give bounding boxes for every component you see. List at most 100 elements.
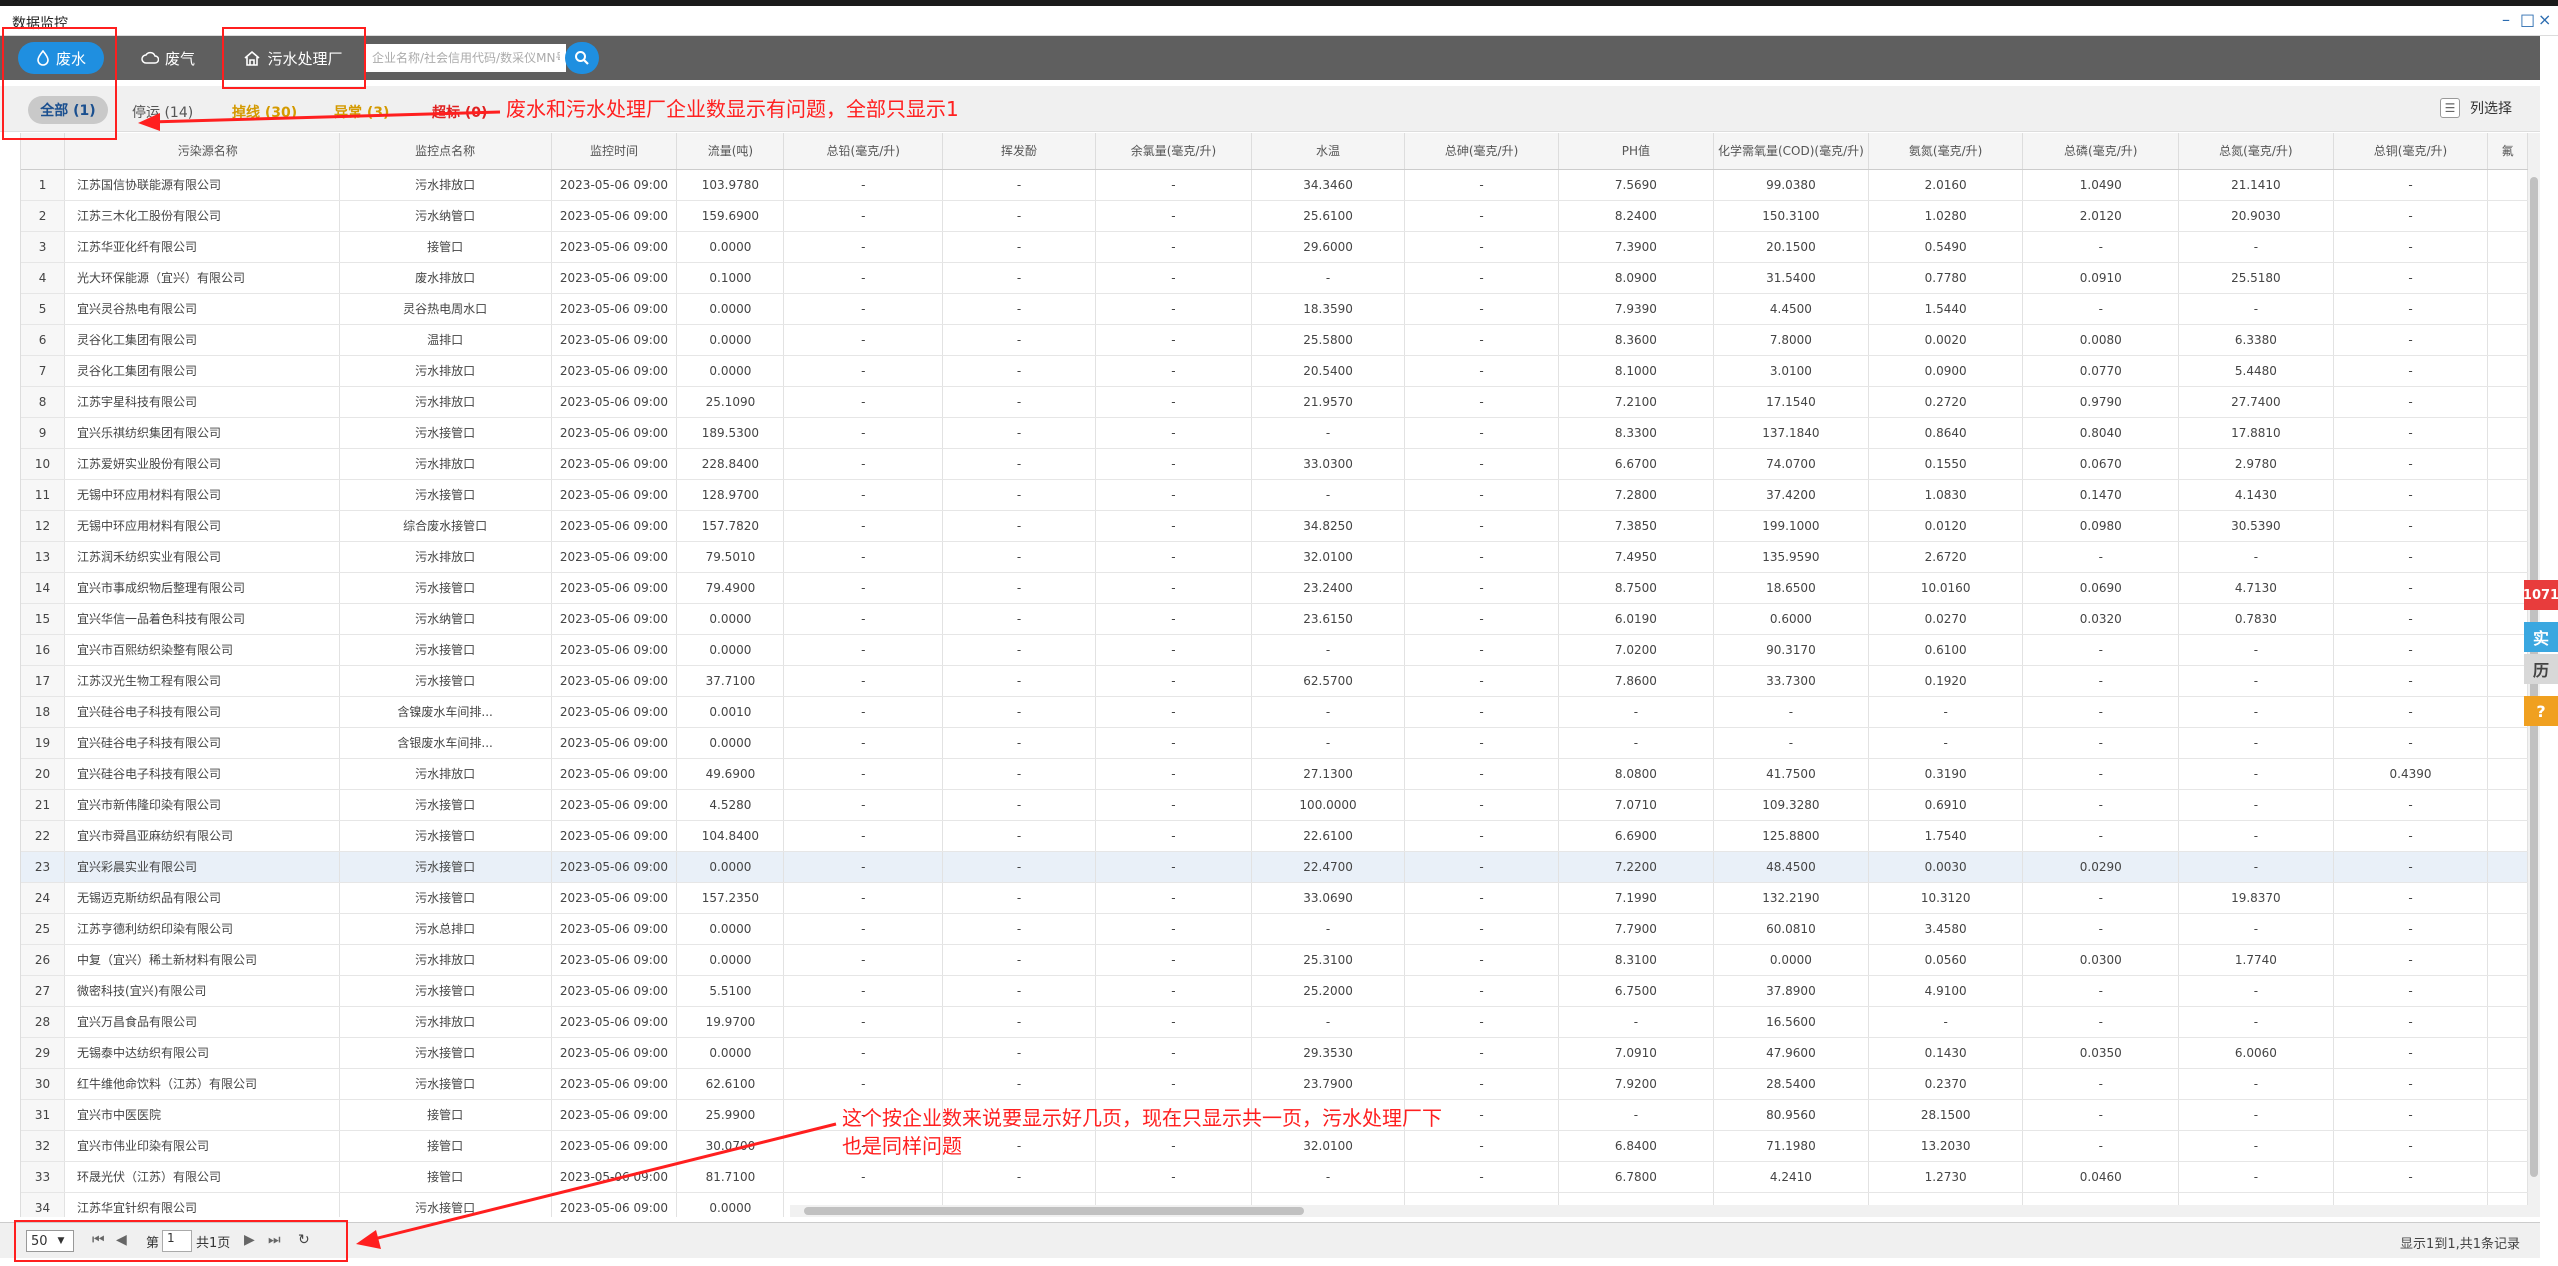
table-cell: 2023-05-06 09:00 [551,975,678,1007]
table-row[interactable]: 33 环晟光伏（江苏）有限公司 接管口 2023-05-06 09:00 81.7100… [21,1161,2528,1193]
column-header[interactable]: 总磷(毫克/升) [2022,133,2180,170]
table-cell-overflow [2487,789,2528,821]
help-icon[interactable]: ? [2524,696,2558,726]
table-cell: - [1404,913,1559,945]
table-cell: - [2333,975,2489,1007]
close-icon[interactable]: × [2538,10,2551,29]
source-name-cell: 宜兴万昌食品有限公司 [64,1006,340,1038]
table-cell: 2023-05-06 09:00 [551,169,678,201]
horizontal-scrollbar[interactable] [790,1205,2528,1217]
table-cell-overflow [2487,1099,2528,1131]
table-cell: 25.5180 [2178,262,2334,294]
row-index: 15 [21,603,66,635]
table-cell: - [783,231,944,263]
column-header[interactable]: PH值 [1558,133,1714,170]
column-header[interactable]: 氟 [2487,133,2528,170]
table-row[interactable]: 12 无锡中环应用材料有限公司 综合废水接管口 2023-05-06 09:00 157… [21,510,2528,542]
column-header[interactable]: 氨氮(毫克/升) [1868,133,2024,170]
table-cell: 2023-05-06 09:00 [551,262,678,294]
table-cell: 81.7100 [676,1161,785,1193]
table-cell-overflow [2487,231,2528,263]
table-cell: 7.9200 [1558,1068,1714,1100]
table-row[interactable]: 13 江苏润禾纺织实业有限公司 污水排放口 2023-05-06 09:00 79.50… [21,541,2528,573]
table-row[interactable]: 9 宜兴乐祺纺织集团有限公司 污水接管口 2023-05-06 09:00 189.53… [21,417,2528,449]
table-row[interactable]: 21 宜兴市新伟隆印染有限公司 污水接管口 2023-05-06 09:00 4.528… [21,789,2528,821]
table-cell: 79.5010 [676,541,785,573]
source-name-cell: 中复（宜兴）稀土新材料有限公司 [64,944,340,976]
table-cell: - [1095,913,1252,945]
table-row[interactable]: 19 宜兴硅谷电子科技有限公司 含银废水车间排... 2023-05-06 09:00… [21,727,2528,759]
column-header[interactable]: 总氮(毫克/升) [2178,133,2334,170]
column-header[interactable]: 监控点名称 [339,133,552,170]
column-header[interactable]: 水温 [1251,133,1406,170]
table-row[interactable]: 4 光大环保能源（宜兴）有限公司 废水排放口 2023-05-06 09:00 0.10… [21,262,2528,294]
table-row[interactable]: 32 宜兴市伟业印染有限公司 接管口 2023-05-06 09:00 30.0700 -… [21,1130,2528,1162]
filter-abnormal[interactable]: 异常 (3) [334,102,389,122]
column-header[interactable]: 挥发酚 [942,133,1097,170]
table-cell: - [2333,169,2489,201]
search-button[interactable] [565,42,599,74]
table-cell: 157.7820 [676,510,785,542]
table-row[interactable]: 6 灵谷化工集团有限公司 温排口 2023-05-06 09:00 0.0000- - -2… [21,324,2528,356]
table-row[interactable]: 26 中复（宜兴）稀土新材料有限公司 污水排放口 2023-05-06 09:00 0.… [21,944,2528,976]
side-tab-history[interactable]: 历 [2524,654,2558,684]
column-select-button[interactable]: ☰ 列选择 [2440,98,2512,118]
horizontal-scroll-thumb[interactable] [804,1207,1304,1215]
column-header[interactable]: 总铜(毫克/升) [2333,133,2489,170]
table-row[interactable]: 25 江苏亨德利纺织印染有限公司 污水总排口 2023-05-06 09:00 0.00… [21,913,2528,945]
table-row[interactable]: 23 宜兴彩晨实业有限公司 污水接管口 2023-05-06 09:00 0.0000-… [21,851,2528,883]
column-header[interactable]: 总铅(毫克/升) [783,133,944,170]
column-header[interactable]: 余氯量(毫克/升) [1095,133,1252,170]
table-row[interactable]: 2 江苏三木化工股份有限公司 污水纳管口 2023-05-06 09:00 159.69… [21,200,2528,232]
table-row[interactable]: 3 江苏华亚化纤有限公司 接管口 2023-05-06 09:00 0.0000- - -2… [21,231,2528,263]
table-cell: - [783,200,944,232]
table-cell: 污水接管口 [339,479,552,511]
column-header[interactable]: 监控时间 [551,133,678,170]
table-cell: 污水排放口 [339,541,552,573]
main-toolbar: 废水 废气 污水处理厂 [0,36,2540,80]
restore-icon[interactable]: □ [2520,10,2535,29]
alert-count-badge[interactable]: 1071 [2523,580,2558,610]
table-cell: - [2333,417,2489,449]
table-row[interactable]: 18 宜兴硅谷电子科技有限公司 含镍废水车间排... 2023-05-06 09:00… [21,696,2528,728]
table-row[interactable]: 20 宜兴硅谷电子科技有限公司 污水排放口 2023-05-06 09:00 49.69… [21,758,2528,790]
row-index: 2 [21,200,66,232]
table-row[interactable]: 29 无锡泰中达纺织有限公司 污水接管口 2023-05-06 09:00 0.0000… [21,1037,2528,1069]
side-tab-realtime[interactable]: 实 [2524,622,2558,652]
table-cell: - [1251,262,1406,294]
table-row[interactable]: 14 宜兴市事成织物后整理有限公司 污水接管口 2023-05-06 09:00 79.… [21,572,2528,604]
table-cell: 22.6100 [1251,820,1406,852]
table-row[interactable]: 1 江苏国信协联能源有限公司 污水排放口 2023-05-06 09:00 103.97… [21,169,2528,201]
table-cell: - [783,1161,944,1193]
table-row[interactable]: 10 江苏爱妍实业股份有限公司 污水排放口 2023-05-06 09:00 228.8… [21,448,2528,480]
tab-exhaust[interactable]: 废气 [128,42,208,74]
table-row[interactable]: 15 宜兴华信一品着色科技有限公司 污水纳管口 2023-05-06 09:00 0.0… [21,603,2528,635]
search-input[interactable] [366,44,566,72]
filter-offline[interactable]: 掉线 (30) [232,102,297,122]
minimize-icon[interactable]: – [2502,10,2510,29]
table-row[interactable]: 7 灵谷化工集团有限公司 污水排放口 2023-05-06 09:00 0.0000- -… [21,355,2528,387]
table-row[interactable]: 27 微密科技(宜兴)有限公司 污水接管口 2023-05-06 09:00 5.510… [21,975,2528,1007]
table-cell: - [1404,572,1559,604]
column-header[interactable]: 流量(吨) [676,133,785,170]
table-cell: - [942,975,1097,1007]
table-row[interactable]: 5 宜兴灵谷热电有限公司 灵谷热电周水口 2023-05-06 09:00 0.0000… [21,293,2528,325]
source-name-cell: 江苏宇星科技有限公司 [64,386,340,418]
table-cell-overflow [2487,572,2528,604]
column-header[interactable]: 化学需氧量(COD)(毫克/升) [1713,133,1869,170]
table-row[interactable]: 11 无锡中环应用材料有限公司 污水接管口 2023-05-06 09:00 128.9… [21,479,2528,511]
table-row[interactable]: 16 宜兴市百熙纺织染整有限公司 污水接管口 2023-05-06 09:00 0.00… [21,634,2528,666]
table-cell: - [2022,820,2180,852]
table-row[interactable]: 24 无锡迈克斯纺织品有限公司 污水接管口 2023-05-06 09:00 157.2… [21,882,2528,914]
filter-stopped[interactable]: 停运 (14) [132,102,193,122]
table-row[interactable]: 22 宜兴市舜昌亚麻纺织有限公司 污水接管口 2023-05-06 09:00 104.… [21,820,2528,852]
filter-exceed[interactable]: 超标 (0) [432,102,487,122]
table-cell: - [2333,789,2489,821]
table-cell-overflow [2487,262,2528,294]
table-row[interactable]: 30 红牛维他命饮料（江苏）有限公司 污水接管口 2023-05-06 09:00 62… [21,1068,2528,1100]
table-row[interactable]: 8 江苏宇星科技有限公司 污水排放口 2023-05-06 09:00 25.1090-… [21,386,2528,418]
table-row[interactable]: 17 江苏汉光生物工程有限公司 污水接管口 2023-05-06 09:00 37.71… [21,665,2528,697]
table-row[interactable]: 28 宜兴万昌食品有限公司 污水排放口 2023-05-06 09:00 19.9700… [21,1006,2528,1038]
column-header[interactable]: 总砷(毫克/升) [1404,133,1559,170]
row-index: 20 [21,758,66,790]
